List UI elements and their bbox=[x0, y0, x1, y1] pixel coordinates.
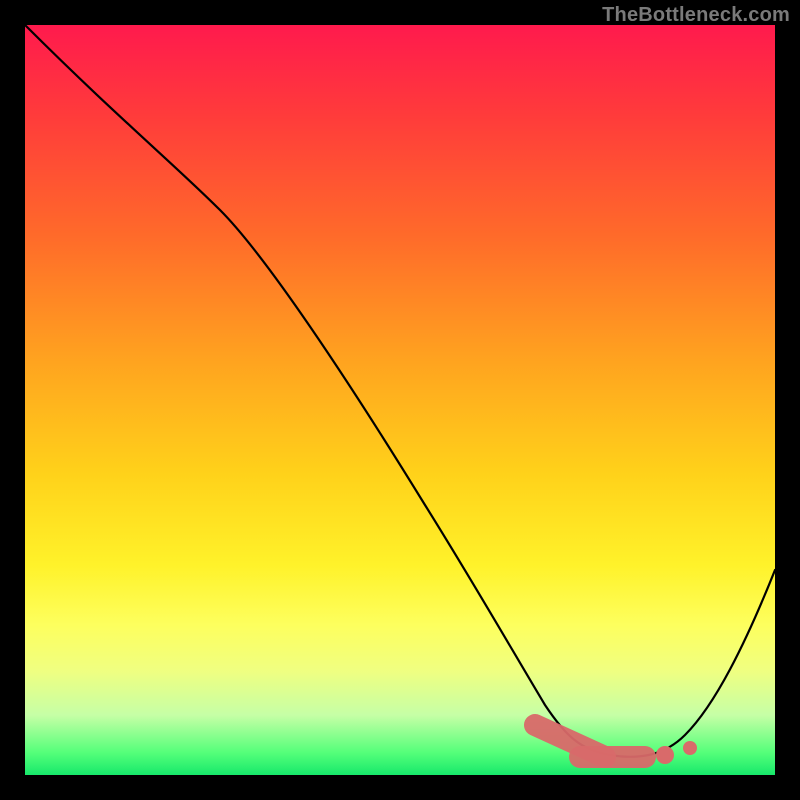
optimal-point-dot-1 bbox=[656, 746, 674, 764]
chart-frame bbox=[25, 25, 775, 775]
optimal-point-dot-2 bbox=[683, 741, 697, 755]
bottleneck-chart bbox=[25, 25, 775, 775]
watermark-text: TheBottleneck.com bbox=[602, 4, 790, 27]
bottleneck-curve-path bbox=[25, 25, 775, 757]
